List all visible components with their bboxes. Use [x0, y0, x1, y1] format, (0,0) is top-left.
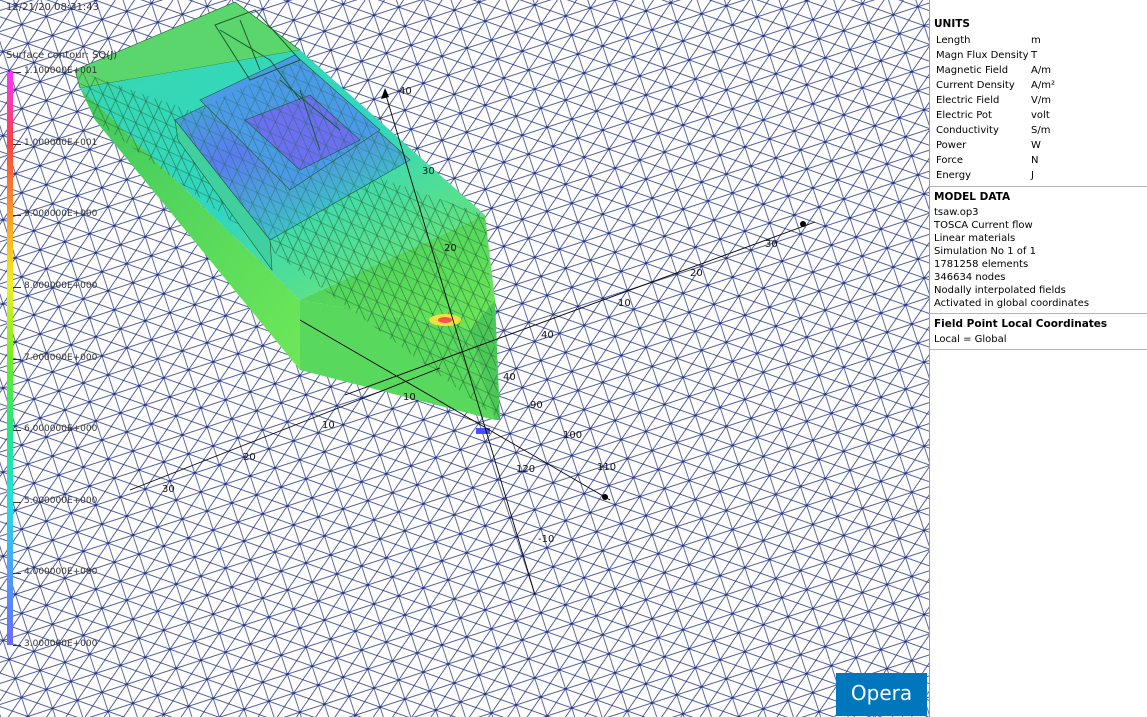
model-data-title: MODEL DATA	[934, 191, 1011, 203]
unit-label: Electric Pot	[936, 110, 992, 121]
unit-row: Power W	[934, 138, 1143, 153]
unit-label: Electric Field	[936, 95, 1000, 106]
legend-value: 6.000000E+000	[24, 424, 98, 435]
axis-tick-label: 110	[597, 462, 617, 473]
model-data-section: MODEL DATA tsaw.op3 TOSCA Current flow Lin…	[930, 187, 1147, 314]
unit-row: Electric Field V/m	[934, 93, 1143, 108]
unit-row: Force N	[934, 153, 1143, 168]
unit-value: T	[1031, 50, 1038, 61]
legend-value: 5.000000E+000	[24, 495, 98, 506]
unit-label: Length	[936, 35, 971, 46]
units-table: Length m Magn Flux Density T Magnetic Field A…	[934, 33, 1143, 183]
info-panel: UNITS Length m Magn Flux Density T Magnetic …	[929, 0, 1147, 717]
timestamp: 12/21/20 08:31:43	[6, 2, 100, 13]
legend-value: 7.000000E+000	[24, 352, 98, 363]
legend-tick	[13, 143, 21, 145]
axis-tick-label: 10	[618, 298, 631, 309]
axis-tick-label: 30	[162, 484, 175, 495]
unit-value: S/m	[1031, 125, 1051, 136]
axis-tick-label: 100	[563, 430, 583, 441]
axis-tick-label: 40	[503, 372, 516, 383]
unit-value: N	[1031, 155, 1039, 166]
unit-label: Power	[936, 140, 967, 151]
axis-tick-label: 20	[444, 243, 457, 254]
legend-tick	[13, 358, 21, 360]
axis-tick-label: 20	[243, 452, 256, 463]
unit-label: Force	[936, 155, 964, 166]
legend-value: 1.000000E+001	[24, 137, 98, 148]
unit-row: Current Density A/m²	[934, 78, 1143, 93]
legend-value: 1.100000E+001	[24, 66, 98, 76]
axis-tick-label: 90	[530, 400, 543, 411]
axis-tick-label: 30	[422, 166, 435, 177]
legend-value: 3.000000E+000	[24, 639, 98, 649]
axis-tick-label: 10	[322, 420, 335, 431]
opera-logo: Opera	[836, 673, 927, 716]
unit-value: A/m	[1031, 65, 1051, 76]
axis-tick-label: -10	[538, 534, 555, 545]
axis-tick-label: 120	[516, 464, 536, 475]
unit-value: V/m	[1031, 95, 1051, 106]
unit-label: Magn Flux Density	[936, 50, 1029, 61]
unit-label: Energy	[936, 170, 972, 181]
axis-tick-label: 30	[765, 239, 778, 250]
legend-value: 4.000000E+000	[24, 567, 98, 578]
unit-label: Conductivity	[936, 125, 999, 136]
axis-tick-label: 10	[403, 392, 416, 403]
axis-tick-label: 40	[541, 330, 554, 341]
legend-tick	[13, 430, 21, 432]
field-point-title: Field Point Local Coordinates	[934, 318, 1108, 330]
model-data-line: Nodally interpolated fields	[934, 285, 1066, 296]
legend-title: Surface contour: SQ(J)	[6, 50, 118, 61]
legend-tick	[13, 72, 21, 73]
unit-value: W	[1031, 140, 1041, 151]
legend-tick	[13, 645, 21, 646]
unit-value: m	[1031, 35, 1041, 46]
unit-row: Conductivity S/m	[934, 123, 1143, 138]
model-scene[interactable]	[0, 0, 929, 717]
model-data-line: Activated in global coordinates	[934, 298, 1090, 309]
model-data-line: 1781258 elements	[934, 259, 1029, 270]
axis-tick-label: 20	[690, 268, 703, 279]
axis-tick-label: 40	[399, 86, 412, 97]
unit-row: Energy J	[934, 168, 1143, 183]
legend-tick	[13, 501, 21, 503]
model-data-line: Linear materials	[934, 233, 1016, 244]
3d-viewport[interactable]: 12/21/20 08:31:43 Surface contour: SQ(J)…	[0, 0, 929, 717]
legend-value: 8.000000E+000	[24, 280, 98, 291]
model-data-line: 346634 nodes	[934, 272, 1006, 283]
unit-value: A/m²	[1031, 80, 1055, 91]
units-section: UNITS Length m Magn Flux Density T Magnetic …	[930, 0, 1147, 187]
model-data-line: TOSCA Current flow	[934, 220, 1033, 231]
legend-tick	[13, 286, 21, 288]
model-data-list: tsaw.op3 TOSCA Current flow Linear materia…	[934, 206, 1143, 310]
unit-row: Magnetic Field A/m	[934, 63, 1143, 78]
units-title: UNITS	[934, 18, 970, 30]
unit-label: Magnetic Field	[936, 65, 1009, 76]
legend-value: 9.000000E+000	[24, 209, 98, 220]
unit-row: Length m	[934, 33, 1143, 48]
legend-tick	[13, 215, 21, 217]
field-point-value: Local = Global	[934, 334, 1007, 345]
unit-value: volt	[1031, 110, 1050, 121]
unit-row: Magn Flux Density T	[934, 48, 1143, 63]
unit-value: J	[1031, 170, 1034, 181]
model-data-line: Simulation No 1 of 1	[934, 246, 1036, 257]
unit-row: Electric Pot volt	[934, 108, 1143, 123]
model-data-line: tsaw.op3	[934, 207, 979, 218]
unit-label: Current Density	[936, 80, 1015, 91]
legend-tick	[13, 573, 21, 575]
field-point-section: Field Point Local Coordinates Local = Gl…	[930, 314, 1147, 350]
